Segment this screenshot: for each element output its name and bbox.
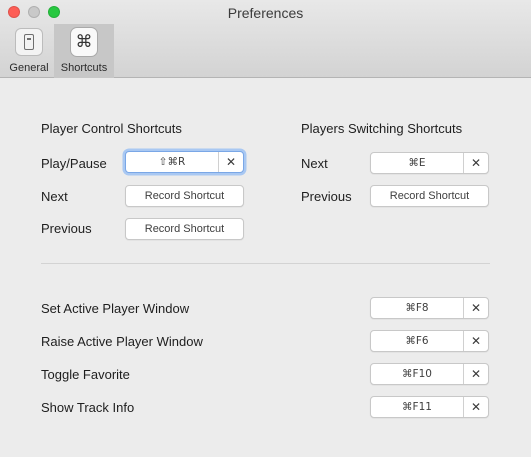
switch-next-shortcut-value: ⌘E <box>408 157 426 169</box>
switch-previous-record-shortcut-button[interactable]: Record Shortcut <box>370 185 489 207</box>
tab-general-label: General <box>9 62 49 74</box>
general-switch-icon <box>15 28 43 56</box>
raise-active-player-window-clear-icon[interactable]: ✕ <box>464 331 488 351</box>
switch-next-label: Next <box>301 156 328 171</box>
play-pause-shortcut-field[interactable]: ⇧⌘R ✕ <box>125 151 244 173</box>
play-pause-shortcut-value: ⇧⌘R <box>158 156 186 168</box>
raise-active-player-window-shortcut-value: ⌘F6 <box>405 335 429 347</box>
show-track-info-label: Show Track Info <box>41 400 135 415</box>
preferences-window: Preferences General ⌘ Shortcuts Player C… <box>0 0 531 457</box>
title-bar: Preferences General ⌘ Shortcuts <box>0 0 531 78</box>
set-active-player-window-shortcut-field[interactable]: ⌘F8 ✕ <box>370 297 489 319</box>
previous-label: Previous <box>41 221 92 236</box>
window-title: Preferences <box>227 5 304 21</box>
toggle-favorite-clear-icon[interactable]: ✕ <box>464 364 488 384</box>
set-active-player-window-shortcut-value: ⌘F8 <box>405 302 429 314</box>
tab-shortcuts[interactable]: ⌘ Shortcuts <box>54 24 114 78</box>
next-record-shortcut-button[interactable]: Record Shortcut <box>125 185 244 207</box>
switch-next-shortcut-field[interactable]: ⌘E ✕ <box>370 152 489 174</box>
next-label: Next <box>41 189 68 204</box>
show-track-info-shortcut-field[interactable]: ⌘F11 ✕ <box>370 396 489 418</box>
show-track-info-clear-icon[interactable]: ✕ <box>464 397 488 417</box>
toggle-favorite-shortcut-value: ⌘F10 <box>402 368 432 380</box>
toggle-favorite-label: Toggle Favorite <box>41 367 130 382</box>
switch-previous-label: Previous <box>301 189 352 204</box>
previous-record-shortcut-button[interactable]: Record Shortcut <box>125 218 244 240</box>
play-pause-label: Play/Pause <box>41 156 107 171</box>
show-track-info-shortcut-value: ⌘F11 <box>402 401 432 413</box>
play-pause-clear-icon[interactable]: ✕ <box>219 152 243 172</box>
raise-active-player-window-label: Raise Active Player Window <box>41 334 203 349</box>
toggle-favorite-shortcut-field[interactable]: ⌘F10 ✕ <box>370 363 489 385</box>
tab-general[interactable]: General <box>6 24 52 78</box>
command-key-icon: ⌘ <box>70 27 98 57</box>
tab-shortcuts-label: Shortcuts <box>60 62 108 74</box>
raise-active-player-window-shortcut-field[interactable]: ⌘F6 ✕ <box>370 330 489 352</box>
set-active-player-window-label: Set Active Player Window <box>41 301 190 316</box>
player-control-title: Player Control Shortcuts <box>41 121 182 136</box>
set-active-player-window-clear-icon[interactable]: ✕ <box>464 298 488 318</box>
players-switching-title: Players Switching Shortcuts <box>301 121 463 136</box>
section-divider <box>41 263 490 264</box>
switch-next-clear-icon[interactable]: ✕ <box>464 153 488 173</box>
